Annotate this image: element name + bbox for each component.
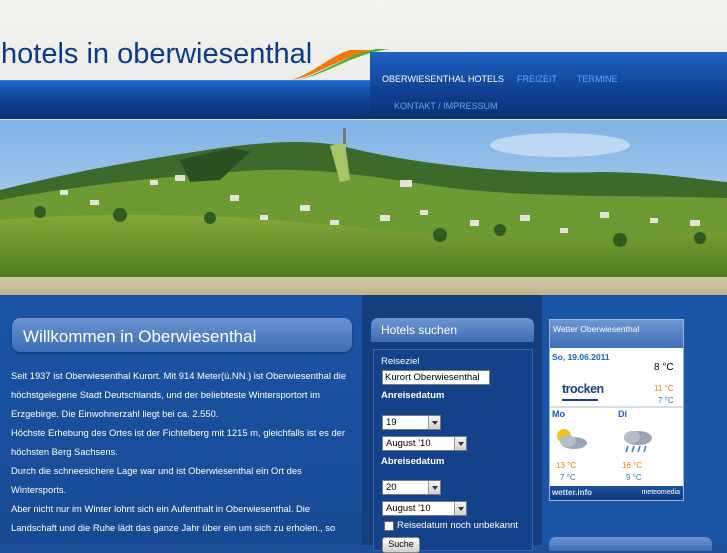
weather-condition: trocken: [562, 382, 604, 396]
today-high: 11 °C: [654, 384, 674, 393]
text-line: Erzgebirge. Die Einwohnerzahl liegt bei …: [11, 408, 219, 419]
welcome-header: Willkommen in Oberwiesenthal: [12, 318, 352, 352]
abreise-day-select[interactable]: 20: [382, 480, 441, 495]
today-low: 7 °C: [658, 396, 674, 405]
reiseziel-input[interactable]: Kurort Oberwiesenthal: [382, 370, 490, 385]
chevron-down-icon[interactable]: [454, 502, 466, 515]
forecast-low: 9 °C: [626, 473, 642, 482]
welcome-title: Willkommen in Oberwiesenthal: [23, 327, 257, 346]
abreise-month-value: August '10: [386, 503, 431, 514]
hero-bottom-band: [0, 277, 727, 295]
welcome-text: Seit 1937 ist Oberwiesenthal Kurort. Mit…: [11, 366, 361, 537]
text-line: Wintersports.: [11, 484, 67, 495]
hero-panorama-image: [0, 120, 727, 277]
nav-freizeit[interactable]: FREIZEIT: [517, 74, 557, 84]
condition-underline: [562, 399, 598, 401]
text-line: Seit 1937 ist Oberwiesenthal Kurort. Mit…: [11, 370, 347, 381]
wetter-info-logo[interactable]: wetter.info: [552, 488, 592, 497]
sidebar-box-header: [549, 537, 712, 551]
nav-kontakt-impressum[interactable]: KONTAKT / IMPRESSUM: [394, 101, 498, 111]
nav-termine[interactable]: TERMINE: [577, 74, 618, 84]
text-line: Aber nicht nur im Winter lohnt sich ein …: [11, 503, 311, 514]
text-line: Landschaft und die Ruhe lädt das ganze J…: [11, 522, 336, 533]
chevron-down-icon[interactable]: [454, 437, 466, 450]
date-unknown-label: Reisedatum noch unbekannt: [397, 520, 518, 531]
site-title[interactable]: hotels in oberwiesenthal: [1, 38, 312, 71]
current-temp: 8 °C: [654, 362, 674, 373]
text-line: höchstgelegene Stadt Deutschlands, und d…: [11, 389, 321, 400]
search-button[interactable]: Suche: [382, 537, 420, 553]
meteomedia-logo[interactable]: meteomedia: [641, 489, 680, 496]
forecast-day-name: Mo: [552, 409, 565, 419]
date-unknown-checkbox[interactable]: [384, 521, 394, 531]
anreise-month-value: August '10: [386, 438, 431, 449]
hotel-search-header: Hotels suchen: [371, 318, 534, 342]
forecast-high: 16 °C: [622, 461, 643, 470]
sun-cloud-icon: [557, 429, 587, 449]
chevron-down-icon[interactable]: [428, 416, 440, 429]
weather-footer[interactable]: wetter.info meteomedia: [550, 486, 683, 500]
abreise-label: Abreisedatum: [381, 456, 445, 467]
rain-cloud-icon: [624, 431, 652, 453]
weather-divider: [550, 406, 683, 408]
abreise-month-select[interactable]: August '10: [382, 501, 467, 516]
forecast-low: 7 °C: [560, 473, 576, 482]
anreise-month-select[interactable]: August '10: [382, 436, 467, 451]
weather-date: So, 19.06.2011: [552, 352, 610, 362]
nav-oberwiesenthal-hotels[interactable]: OBERWIESENTHAL HOTELS: [382, 74, 504, 84]
hotel-search-title: Hotels suchen: [381, 323, 458, 337]
anreise-label: Anreisedatum: [381, 390, 445, 401]
text-line: höchsten Berg Sachsens.: [11, 446, 118, 457]
anreise-day-select[interactable]: 19: [382, 415, 441, 430]
forecast-high: 13 °C: [556, 461, 577, 470]
weather-title: Wetter Oberwiesenthal: [553, 324, 640, 334]
text-line: Durch die schneesichere Lage war und ist…: [11, 465, 302, 476]
forecast-day-name: Di: [618, 409, 627, 419]
anreise-day-value: 19: [386, 417, 397, 428]
text-line: Höchste Erhebung des Ortes ist der Ficht…: [11, 427, 346, 438]
weather-header: Wetter Oberwiesenthal: [550, 320, 683, 348]
weather-widget[interactable]: Wetter Oberwiesenthal So, 19.06.2011 8 °…: [549, 319, 684, 501]
reiseziel-label: Reiseziel: [381, 356, 420, 367]
chevron-down-icon[interactable]: [428, 481, 440, 494]
abreise-day-value: 20: [386, 482, 397, 493]
